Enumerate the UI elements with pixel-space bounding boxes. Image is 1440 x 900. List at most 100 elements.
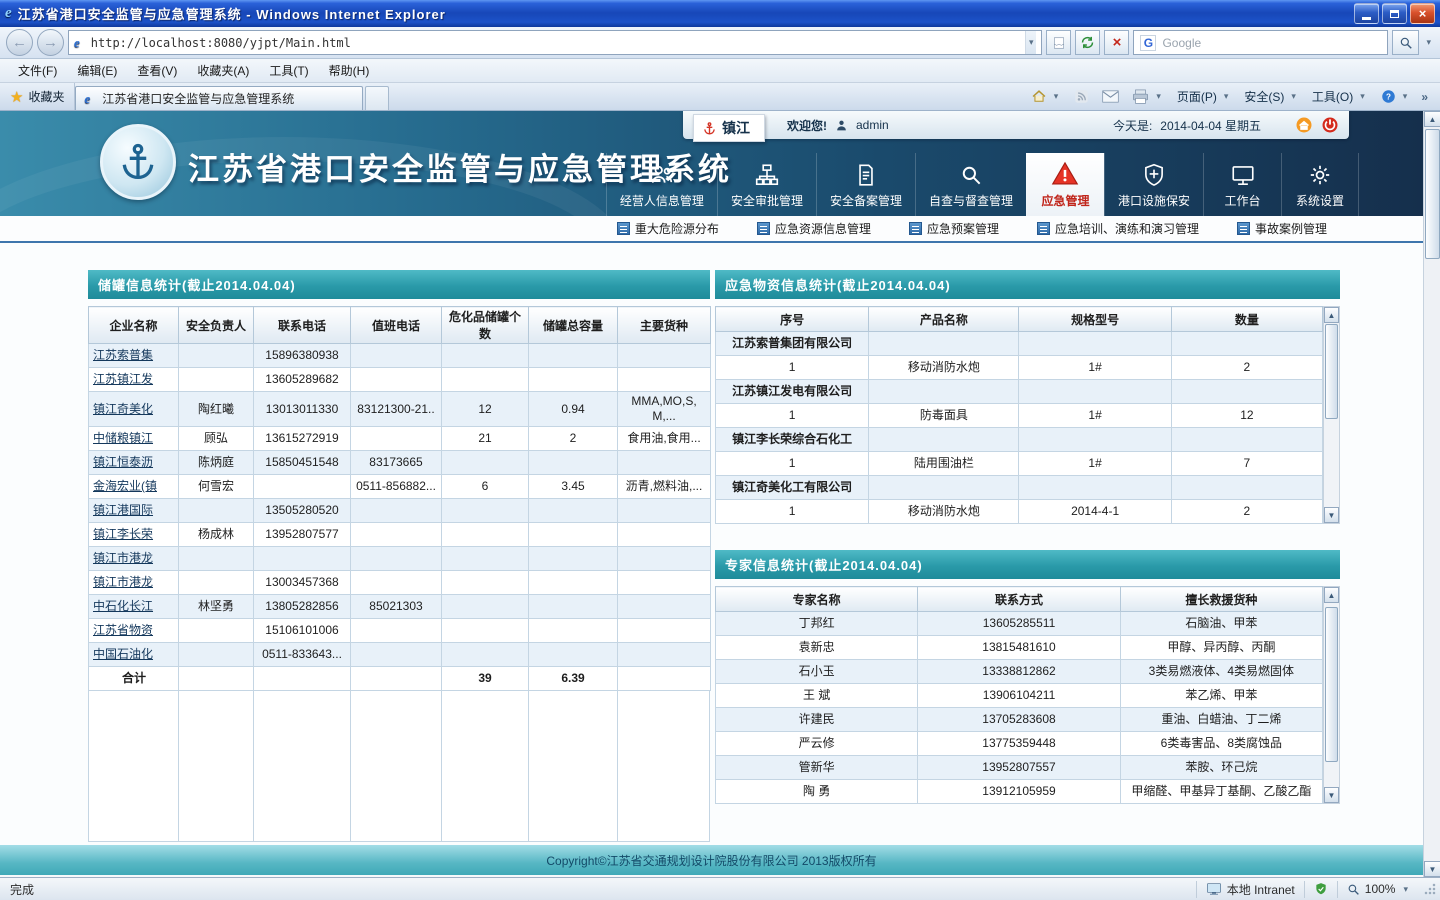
new-tab-button[interactable] bbox=[365, 86, 390, 110]
resize-grip[interactable] bbox=[1424, 883, 1436, 895]
company-link[interactable]: 江苏索普集 bbox=[93, 348, 153, 362]
nav-item-security[interactable]: 港口设施保安 bbox=[1103, 153, 1203, 216]
cell: 防毒面具 bbox=[868, 403, 1020, 428]
cell: 王 斌 bbox=[714, 683, 919, 708]
compatibility-button[interactable] bbox=[1046, 30, 1072, 55]
menu-item-3[interactable]: 收藏夹(A) bbox=[187, 59, 259, 82]
table-row: 中储粮镇江 顾弘 13615272919 21 2 食用油,食用... bbox=[88, 426, 711, 451]
nav-item-approval[interactable]: 安全审批管理 bbox=[716, 153, 816, 216]
menu-item-1[interactable]: 编辑(E) bbox=[67, 59, 127, 82]
url-field[interactable]: e http://localhost:8080/yjpt/Main.html ▾ bbox=[68, 30, 1043, 55]
nav-item-operators[interactable]: 经营人信息管理 bbox=[605, 153, 717, 216]
page-menu-button[interactable]: 页面(P) ▾ bbox=[1171, 85, 1238, 108]
nav-item-settings[interactable]: 系统设置 bbox=[1281, 153, 1359, 216]
safety-menu-button[interactable]: 安全(S) ▾ bbox=[1238, 85, 1305, 108]
portal-home-button[interactable] bbox=[1295, 116, 1313, 134]
logout-button[interactable] bbox=[1321, 116, 1339, 134]
dashboard-content: 储罐信息统计(截止2014.04.04) 企业名称 安全负责人 联系电话 值班电话 危化… bbox=[0, 243, 1423, 845]
cell bbox=[441, 546, 529, 571]
help-icon: ? bbox=[1382, 90, 1395, 103]
company-link[interactable]: 中储粮镇江 bbox=[93, 431, 153, 445]
home-button[interactable]: ▾ bbox=[1025, 86, 1068, 107]
scroll-up-button[interactable]: ▲ bbox=[1324, 307, 1339, 323]
nav-item-label: 工作台 bbox=[1224, 194, 1261, 208]
supplies-panel-title: 应急物资信息统计(截止2014.04.04) bbox=[715, 270, 1340, 299]
help-button[interactable]: ? ▾ bbox=[1375, 86, 1417, 107]
minimize-button[interactable] bbox=[1354, 3, 1379, 24]
company-link[interactable]: 江苏镇江发 bbox=[93, 372, 153, 386]
submenu-item-hazard-distribution[interactable]: 重大危险源分布 bbox=[616, 220, 719, 237]
refresh-button[interactable] bbox=[1075, 30, 1101, 55]
company-link[interactable]: 镇江市港龙 bbox=[93, 575, 153, 589]
company-link[interactable]: 金海宏业(镇 bbox=[93, 479, 157, 493]
zoom-control[interactable]: 100% ▾ bbox=[1336, 880, 1420, 898]
anchor-icon bbox=[704, 121, 715, 134]
tools-menu-button[interactable]: 工具(O) ▾ bbox=[1306, 85, 1374, 108]
menu-item-2[interactable]: 查看(V) bbox=[127, 59, 187, 82]
table-header-row: 专家名称 联系方式 擅长救援货种 bbox=[714, 586, 1324, 612]
forward-button[interactable]: → bbox=[37, 29, 64, 56]
submenu-item-plan-mgmt[interactable]: 应急预案管理 bbox=[908, 220, 999, 237]
feeds-button[interactable] bbox=[1068, 86, 1095, 107]
submenu-item-training-mgmt[interactable]: 应急培训、演练和演习管理 bbox=[1036, 220, 1199, 237]
cell bbox=[350, 546, 442, 571]
nav-item-workbench[interactable]: 工作台 bbox=[1203, 153, 1281, 216]
submenu-item-resource-info[interactable]: 应急资源信息管理 bbox=[756, 220, 871, 237]
zoom-level: 100% bbox=[1364, 882, 1396, 896]
nav-item-emergency[interactable]: 应急管理 bbox=[1025, 153, 1104, 216]
nav-item-filing[interactable]: 安全备案管理 bbox=[815, 153, 915, 216]
menu-item-0[interactable]: 文件(F) bbox=[8, 59, 67, 82]
scroll-thumb[interactable] bbox=[1425, 129, 1440, 259]
stop-button[interactable]: × bbox=[1104, 30, 1130, 55]
experts-scrollbar[interactable]: ▲ ▼ bbox=[1323, 586, 1340, 804]
main-nav: 经营人信息管理 安全审批管理 安全备案管理 自查与督查管理 应急管理 港口设施保安 工作台 系… bbox=[605, 153, 1359, 216]
maximize-button[interactable] bbox=[1382, 3, 1407, 24]
nav-item-inspection[interactable]: 自查与督查管理 bbox=[914, 153, 1026, 216]
protected-mode-indicator bbox=[1303, 880, 1337, 898]
table-row: 丁邦红 13605285511 石脑油、甲苯 bbox=[714, 611, 1324, 636]
back-button[interactable]: ← bbox=[6, 29, 33, 56]
company-link[interactable]: 镇江恒泰沥 bbox=[93, 455, 153, 469]
search-input[interactable]: G Google bbox=[1133, 30, 1389, 55]
scroll-thumb[interactable] bbox=[1325, 324, 1338, 419]
search-dropdown[interactable]: ▾ bbox=[1423, 37, 1434, 48]
cell bbox=[1018, 379, 1172, 404]
print-button[interactable]: ▾ bbox=[1126, 86, 1170, 108]
cell: 0511-833643... bbox=[253, 642, 351, 667]
company-link[interactable]: 镇江奇美化 bbox=[93, 402, 153, 416]
menu-item-4[interactable]: 工具(T) bbox=[259, 59, 318, 82]
company-link[interactable]: 镇江市港龙 bbox=[93, 551, 153, 565]
scroll-up-button[interactable]: ▲ bbox=[1424, 111, 1440, 127]
favorites-button[interactable]: ★ 收藏夹 bbox=[0, 83, 76, 110]
company-link[interactable]: 中石化长江 bbox=[93, 599, 153, 613]
column-header: 主要货种 bbox=[617, 306, 711, 344]
scroll-up-button[interactable]: ▲ bbox=[1324, 587, 1339, 603]
table-row: 王 斌 13906104211 苯乙烯、甲苯 bbox=[714, 683, 1324, 708]
submenu-item-case-mgmt[interactable]: 事故案例管理 bbox=[1236, 220, 1327, 237]
favorites-bar: ★ 收藏夹 e 江苏省港口安全监管与应急管理系统 ▾ ▾ 页面(P) ▾ 安全(S… bbox=[0, 83, 1440, 111]
company-link[interactable]: 中国石油化 bbox=[93, 647, 153, 661]
cell: 1 bbox=[714, 499, 870, 524]
scroll-down-button[interactable]: ▼ bbox=[1324, 787, 1339, 803]
doc-small-icon bbox=[908, 222, 922, 235]
supplies-scrollbar[interactable]: ▲ ▼ bbox=[1323, 306, 1340, 524]
overflow-chevron[interactable]: » bbox=[1417, 90, 1432, 104]
zoom-magnifier-icon bbox=[1348, 884, 1359, 895]
company-link[interactable]: 江苏省物资 bbox=[93, 623, 153, 637]
cell: 镇江市港龙 bbox=[88, 546, 179, 571]
menu-item-5[interactable]: 帮助(H) bbox=[319, 59, 380, 82]
cell: 顾弘 bbox=[178, 426, 254, 451]
scroll-down-button[interactable]: ▼ bbox=[1324, 507, 1339, 523]
company-link[interactable]: 镇江李长荣 bbox=[93, 527, 153, 541]
close-button[interactable]: × bbox=[1410, 3, 1435, 24]
page-scrollbar[interactable]: ▲ ▼ bbox=[1423, 111, 1440, 877]
read-mail-button[interactable] bbox=[1096, 87, 1125, 106]
browser-tab[interactable]: e 江苏省港口安全监管与应急管理系统 bbox=[75, 86, 364, 110]
scroll-down-button[interactable]: ▼ bbox=[1424, 861, 1440, 877]
scroll-thumb[interactable] bbox=[1325, 607, 1338, 762]
cell: 1# bbox=[1018, 403, 1172, 428]
url-dropdown[interactable]: ▾ bbox=[1024, 31, 1037, 54]
company-link[interactable]: 镇江港国际 bbox=[93, 503, 153, 517]
search-button[interactable] bbox=[1392, 30, 1420, 55]
menubar: 文件(F) 编辑(E) 查看(V) 收藏夹(A) 工具(T) 帮助(H) bbox=[0, 59, 1440, 83]
